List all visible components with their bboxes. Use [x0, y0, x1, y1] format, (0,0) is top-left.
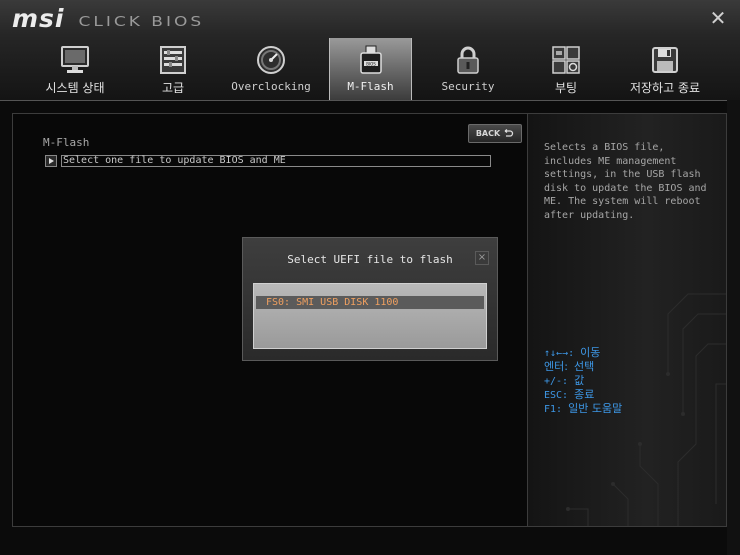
settings-panel-icon: [160, 46, 186, 74]
key-hint-help: F1: 일반 도움말: [544, 402, 622, 416]
tab-advanced[interactable]: 고급: [132, 38, 214, 100]
help-description: Selects a BIOS file, includes ME managem…: [544, 142, 707, 221]
dialog-close-icon[interactable]: ×: [475, 251, 489, 265]
tab-label: 저장하고 종료: [629, 81, 701, 95]
close-icon[interactable]: ✕: [708, 8, 728, 28]
tab-overclocking[interactable]: Overclocking: [230, 38, 312, 100]
key-action: 선택: [573, 360, 595, 373]
submenu-arrow-icon: [45, 155, 57, 167]
file-list: FS0: SMI USB DISK 1100: [253, 283, 487, 349]
svg-text:BIOS: BIOS: [366, 61, 376, 66]
brand-text: msi: [12, 4, 65, 33]
tab-label: 부팅: [554, 81, 578, 95]
tab-label: Overclocking: [231, 80, 311, 93]
tab-bar: 시스템 상태 고급 Overclocking BIOS M-Flash Secu…: [0, 38, 740, 100]
floppy-disk-icon: [652, 47, 678, 73]
key-name: 엔터:: [544, 360, 568, 373]
tab-label: Security: [441, 80, 495, 93]
msi-logo: msi CLICK BIOS: [12, 4, 205, 33]
menu-item-label: Select one file to update BIOS and ME: [61, 155, 491, 167]
usb-flash-icon: BIOS: [360, 45, 382, 74]
tab-label: 고급: [161, 81, 185, 95]
speedometer-icon: [257, 46, 285, 74]
key-hint-enter: 엔터: 선택: [544, 360, 622, 374]
help-panel: Selects a BIOS file, includes ME managem…: [527, 113, 727, 527]
key-name: ESC:: [544, 390, 569, 401]
file-list-item[interactable]: FS0: SMI USB DISK 1100: [256, 296, 484, 309]
section-title: M-Flash: [43, 136, 90, 149]
tab-boot[interactable]: 부팅: [525, 38, 607, 100]
key-legend: ↑↓←→: 이동 엔터: 선택 +/-: 값 ESC: 종료 F1: 일반 도움…: [544, 346, 622, 416]
monitor-icon: [61, 46, 89, 73]
tab-system-status[interactable]: 시스템 상태: [34, 38, 116, 100]
back-button[interactable]: BACK: [468, 124, 522, 143]
header-bar: msi CLICK BIOS ✕ 시스템 상태 고급 Overclocking …: [0, 0, 740, 101]
key-name: F1:: [544, 404, 563, 415]
menu-item-select-file[interactable]: Select one file to update BIOS and ME: [45, 155, 493, 167]
key-hint-navigate: ↑↓←→: 이동: [544, 346, 622, 360]
boot-icon: [552, 46, 580, 74]
tab-security[interactable]: Security: [427, 38, 509, 100]
dialog-title: Select UEFI file to flash: [287, 253, 453, 266]
select-file-dialog: Select UEFI file to flash × FS0: SMI USB…: [242, 237, 498, 361]
back-arrow-icon: [504, 129, 514, 137]
key-action: 이동: [580, 346, 601, 359]
product-name: CLICK BIOS: [78, 14, 205, 30]
key-name: +/-:: [544, 376, 569, 387]
tab-save-exit[interactable]: 저장하고 종료: [624, 38, 706, 100]
tab-m-flash[interactable]: BIOS M-Flash: [329, 38, 412, 100]
tab-label: 시스템 상태: [45, 81, 105, 95]
right-edge-strip: [727, 100, 740, 555]
key-hint-value: +/-: 값: [544, 374, 622, 388]
back-label: BACK: [475, 129, 501, 138]
tab-label: M-Flash: [347, 80, 394, 93]
key-action: 값: [574, 374, 585, 387]
key-name: ↑↓←→:: [544, 348, 575, 359]
padlock-icon: [457, 46, 479, 74]
key-action: 종료: [574, 388, 595, 401]
key-hint-exit: ESC: 종료: [544, 388, 622, 402]
key-action: 일반 도움말: [568, 402, 623, 415]
